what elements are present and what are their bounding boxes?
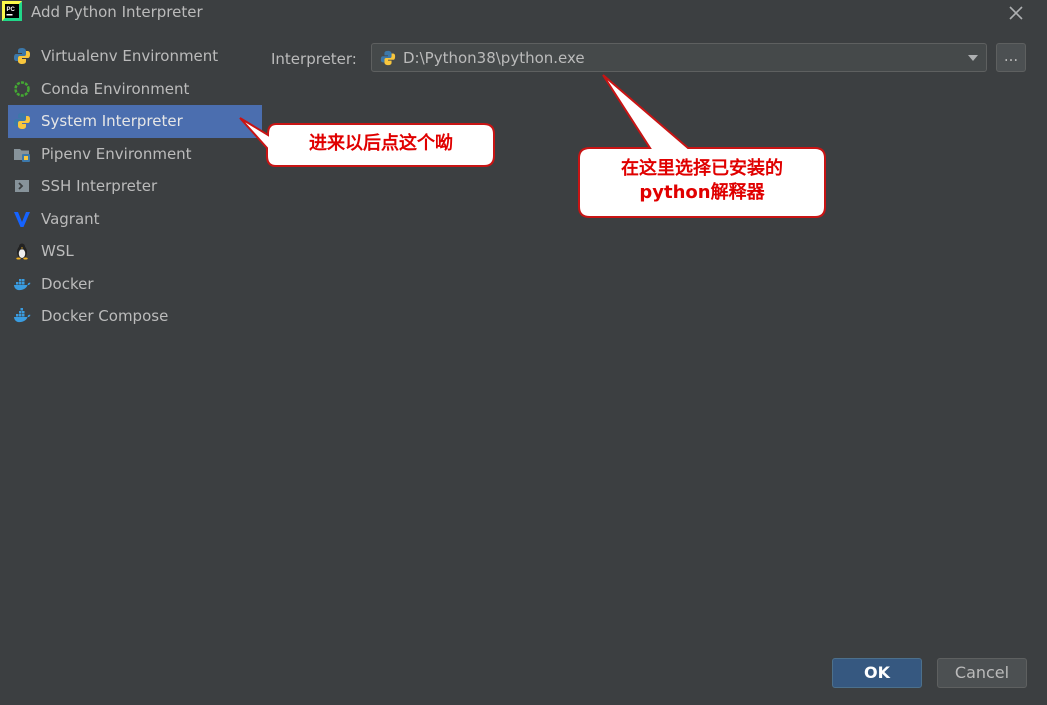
annotation-layer (239, 74, 826, 218)
cancel-button[interactable]: Cancel (937, 658, 1027, 688)
callout-text-2-line2: python解释器 (639, 182, 765, 203)
callout-text-2-line1: 在这里选择已安装的 (621, 158, 783, 179)
ok-button[interactable]: OK (832, 658, 922, 688)
callout-text-1: 进来以后点这个呦 (309, 133, 453, 154)
